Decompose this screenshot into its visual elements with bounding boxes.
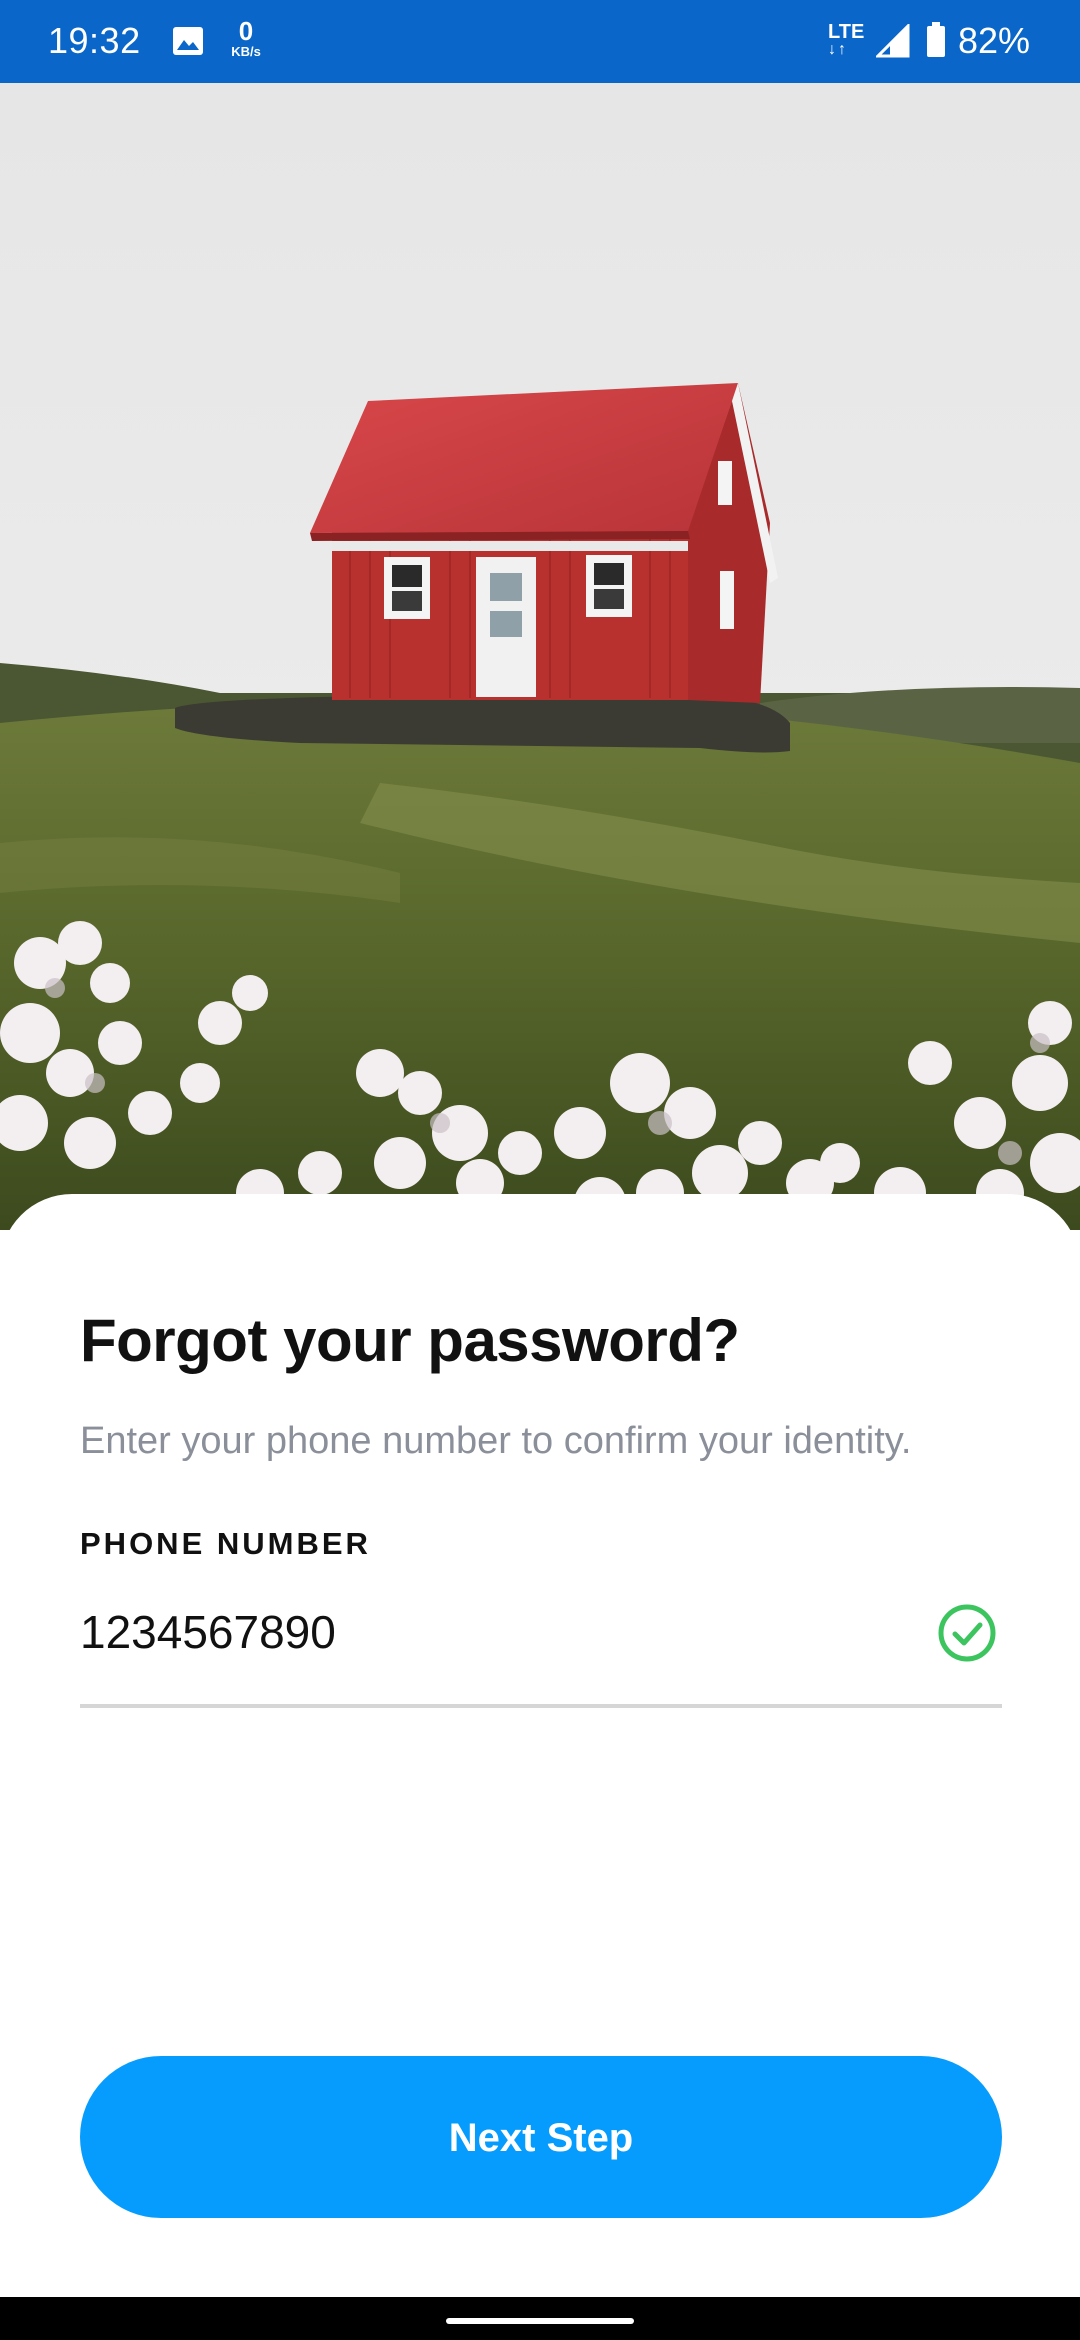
navigation-bar <box>0 2297 1080 2340</box>
battery-percentage: 82% <box>958 20 1031 61</box>
page-title: Forgot your password? <box>80 1307 740 1374</box>
network-speed: 0 KB/s <box>231 16 261 59</box>
phone-number-label: PHONE NUMBER <box>80 1526 371 1561</box>
page-subtitle: Enter your phone number to confirm your … <box>80 1420 912 1462</box>
check-circle-icon <box>938 1604 996 1662</box>
house-illustration <box>0 83 1080 1230</box>
signal-icon <box>876 24 910 58</box>
forgot-password-screen: 19:32 0 KB/s LTE ↓↑ 82% Forgot your pass… <box>0 0 1080 2340</box>
gallery-icon <box>173 27 203 55</box>
form-sheet: Forgot your password? Enter your phone n… <box>0 1194 1080 2297</box>
battery-icon <box>927 22 945 57</box>
phone-field-underline <box>80 1704 1002 1708</box>
phone-number-input[interactable] <box>80 1602 940 1662</box>
status-time: 19:32 <box>48 20 141 61</box>
home-gesture-handle[interactable] <box>446 2318 634 2324</box>
next-step-button[interactable]: Next Step <box>80 2056 1002 2218</box>
status-bar: 19:32 0 KB/s LTE ↓↑ 82% <box>0 0 1080 83</box>
lte-indicator: LTE ↓↑ <box>828 21 865 58</box>
hero-image <box>0 83 1080 1230</box>
